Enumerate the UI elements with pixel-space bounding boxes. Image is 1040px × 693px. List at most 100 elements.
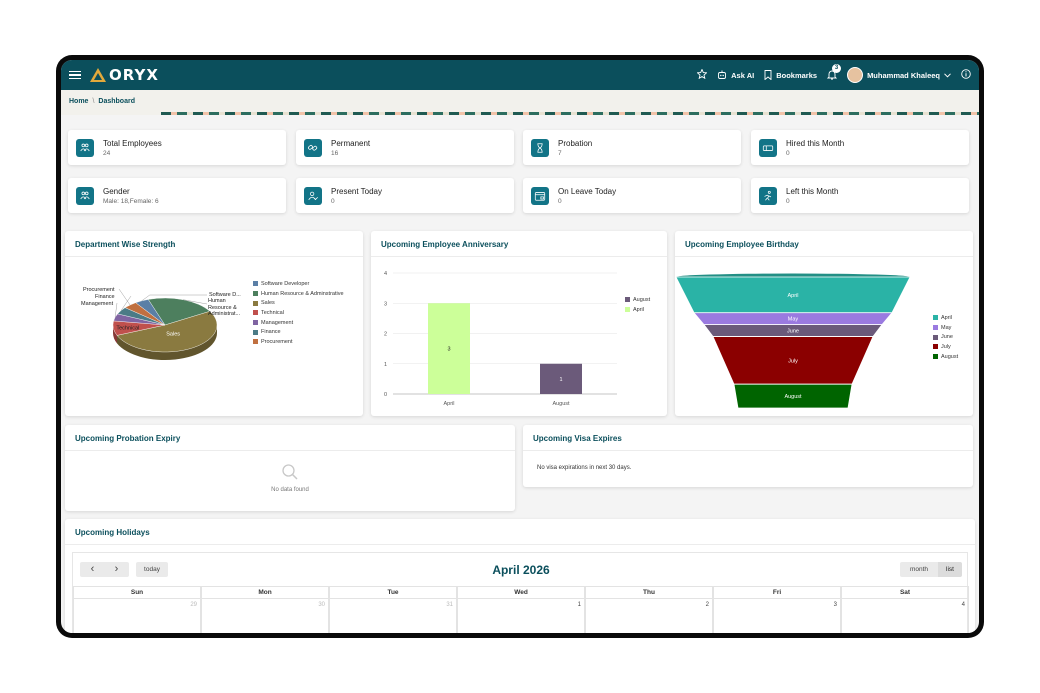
month-view-button[interactable]: month	[900, 562, 938, 577]
y-tick-label: 3	[384, 301, 387, 307]
device-frame: ORYX Ask AI Bookmarks 3 Muhammad Khaleeq…	[56, 55, 984, 638]
legend-label: Procurement	[261, 338, 293, 345]
legend-swatch	[933, 325, 938, 331]
breadcrumb: Home \ Dashboard	[69, 98, 135, 105]
app-logo[interactable]: ORYX	[90, 66, 159, 84]
stat-card[interactable]: Hired this Month 0	[751, 130, 969, 165]
legend-item[interactable]: Procurement	[253, 337, 344, 347]
stat-card[interactable]: Total Employees 24	[68, 130, 286, 165]
legend-label: May	[941, 324, 952, 331]
calendar-day-header: Fri	[713, 586, 841, 599]
legend-label: June	[941, 334, 953, 341]
legend-swatch	[933, 334, 938, 340]
bookmarks-label: Bookmarks	[776, 70, 818, 80]
top-actions: Ask AI Bookmarks 3 Muhammad Khaleeq	[696, 60, 971, 90]
stat-card[interactable]: Left this Month 0	[751, 178, 969, 213]
legend-item[interactable]: July	[933, 342, 958, 352]
calendar-leave-icon	[531, 186, 549, 205]
users-icon	[76, 138, 94, 157]
legend-swatch	[253, 320, 258, 326]
legend-label: August	[941, 353, 959, 360]
calendar-day-cell[interactable]: 4	[841, 599, 969, 633]
calendar-day-header: Sat	[841, 586, 969, 599]
legend-item[interactable]: Software Developer	[253, 279, 344, 289]
legend-item[interactable]: Finance	[253, 327, 344, 337]
calendar-day-header: Wed	[457, 586, 585, 599]
calendar-day-header: Sun	[73, 586, 201, 599]
legend-item[interactable]: April	[625, 305, 650, 315]
stat-card[interactable]: Present Today 0	[296, 178, 514, 213]
x-tick-label: April	[443, 401, 454, 407]
legend-label: July	[941, 343, 951, 350]
legend-item[interactable]: May	[933, 323, 958, 333]
probation-expiry-panel: Upcoming Probation Expiry No data found	[65, 425, 515, 511]
calendar-day-cell[interactable]: 1	[457, 599, 585, 633]
legend-item[interactable]: June	[933, 332, 958, 342]
list-view-button[interactable]: list	[938, 562, 962, 577]
legend-item[interactable]: Human Resource & Adminstrative	[253, 289, 344, 299]
stat-label: Hired this Month	[786, 138, 845, 148]
calendar-day-cell[interactable]: 3	[713, 599, 841, 633]
funnel-legend: April May June July August	[933, 313, 958, 361]
stat-card[interactable]: Permanent 16	[296, 130, 514, 165]
stat-card[interactable]: Probation 7	[523, 130, 741, 165]
breadcrumb-home[interactable]: Home	[69, 98, 88, 105]
empty-state-text: No data found	[271, 487, 309, 493]
calendar-day-cell[interactable]: 2	[585, 599, 713, 633]
funnel-label: June	[787, 329, 799, 335]
banner-pattern	[161, 112, 979, 115]
legend-swatch	[253, 291, 258, 297]
legend-swatch	[253, 281, 258, 287]
legend-item[interactable]: April	[933, 313, 958, 323]
gender-icon	[76, 186, 94, 205]
user-menu[interactable]: Muhammad Khaleeq	[847, 67, 951, 83]
menu-icon[interactable]	[69, 70, 81, 80]
legend-swatch	[253, 300, 258, 306]
ticket-icon	[759, 138, 777, 157]
anniversary-panel: Upcoming Employee Anniversary 0 1 2 3 4 April…	[371, 231, 667, 416]
legend-swatch	[625, 307, 630, 313]
legend-item[interactable]: Management	[253, 318, 344, 328]
anniversary-bar-chart: 0 1 2 3 4 April 3 August 1	[384, 271, 617, 407]
department-strength-panel: Department Wise Strength Sales Technical P…	[65, 231, 363, 416]
stat-value: 16	[331, 149, 339, 157]
panel-title: Upcoming Employee Birthday	[675, 231, 973, 257]
legend-item[interactable]: August	[933, 352, 958, 362]
birthday-funnel-chart: April May June July August	[675, 273, 911, 409]
stat-label: Gender	[103, 186, 130, 196]
breadcrumb-separator: \	[92, 98, 95, 105]
pie-outside-label: Management	[81, 301, 114, 307]
link-icon	[304, 138, 322, 157]
stat-label: Present Today	[331, 186, 382, 196]
legend-item[interactable]: Technical	[253, 308, 344, 318]
legend-swatch	[253, 339, 258, 345]
panel-title: Department Wise Strength	[65, 231, 363, 257]
ask-ai-label: Ask AI	[731, 70, 755, 80]
stat-value: 0	[331, 197, 335, 205]
ask-ai-button[interactable]: Ask AI	[717, 70, 754, 80]
legend-item[interactable]: August	[625, 295, 650, 305]
stat-value: 0	[786, 149, 790, 157]
notifications-button[interactable]: 3	[826, 63, 842, 82]
legend-label: August	[633, 296, 651, 303]
calendar-day-cell[interactable]: 29	[73, 599, 201, 633]
calendar-day-header: Thu	[585, 586, 713, 599]
stat-card[interactable]: Gender Male: 18,Female: 6	[68, 178, 286, 213]
legend-label: April	[941, 314, 953, 321]
calendar-day-header: Mon	[201, 586, 329, 599]
visa-expires-panel: Upcoming Visa Expires No visa expiration…	[523, 425, 973, 487]
stat-label: On Leave Today	[558, 186, 617, 196]
star-icon[interactable]	[696, 68, 708, 81]
info-icon[interactable]	[961, 69, 971, 81]
pie-outside-label: Human Resource & Administrat...	[208, 298, 241, 317]
funnel-label: August	[784, 394, 802, 400]
stat-card[interactable]: On Leave Today 0	[523, 178, 741, 213]
calendar-day-cell[interactable]: 30	[201, 599, 329, 633]
calendar-day-cell[interactable]: 31	[329, 599, 457, 633]
legend-label: Technical	[261, 309, 284, 316]
legend-label: Finance	[261, 329, 281, 336]
funnel-label: May	[788, 317, 799, 323]
bookmarks-button[interactable]: Bookmarks	[764, 70, 817, 80]
y-tick-label: 0	[384, 392, 387, 398]
legend-item[interactable]: Sales	[253, 298, 344, 308]
